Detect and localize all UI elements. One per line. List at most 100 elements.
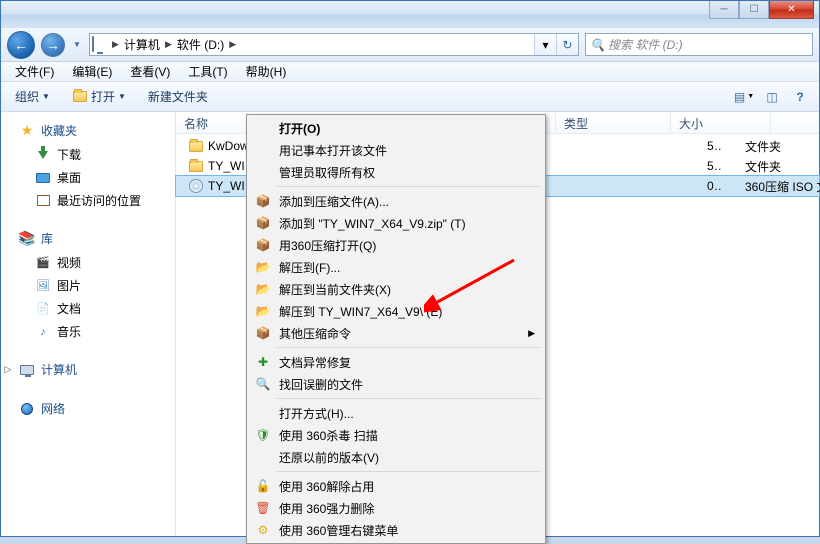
cm-manage-menu-360[interactable]: ⚙使用 360管理右键菜单 [249, 519, 543, 541]
menu-file[interactable]: 文件(F) [7, 61, 62, 82]
extract-icon: 📂 [254, 302, 272, 320]
refresh-icon: ↻ [562, 38, 572, 52]
picture-icon: 🖼 [35, 278, 51, 294]
toolbar: 组织 ▼ 打开 ▼ 新建文件夹 ▤▼ ◫ ? [1, 82, 819, 112]
find-icon: 🔍 [254, 375, 272, 393]
new-folder-button[interactable]: 新建文件夹 [144, 86, 212, 107]
submenu-arrow-icon: ▶ [528, 328, 535, 339]
archive-icon: 📦 [254, 192, 272, 210]
cm-add-archive[interactable]: 📦添加到压缩文件(A)... [249, 190, 543, 212]
menu-edit[interactable]: 编辑(E) [64, 61, 120, 82]
sidebar-computer[interactable]: ▷计算机 [1, 357, 175, 382]
preview-pane-button[interactable]: ◫ [761, 86, 783, 108]
view-icon: ▤ [734, 90, 745, 104]
refresh-button[interactable]: ↻ [556, 34, 578, 55]
organize-button[interactable]: 组织 ▼ [11, 86, 54, 107]
col-size[interactable]: 大小 [671, 112, 771, 133]
help-button[interactable]: ? [789, 86, 811, 108]
gear-icon: ⚙ [254, 521, 272, 539]
menu-tools[interactable]: 工具(T) [180, 61, 235, 82]
separator [277, 347, 541, 348]
cm-run-as-admin[interactable]: 管理员取得所有权 [249, 161, 543, 183]
window-controls: ─ ☐ ✕ [709, 1, 814, 19]
cm-extract-to[interactable]: 📂解压到(F)... [249, 256, 543, 278]
sidebar-libraries[interactable]: 📚库 [1, 226, 175, 251]
navbar: ← → ▼ ▶ 计算机 ▶ 软件 (D:) ▶ ▾ ↻ 🔍 搜索 软件 (D:) [1, 28, 819, 62]
archive-icon: 📦 [254, 214, 272, 232]
cm-restore-prev[interactable]: 还原以前的版本(V) [249, 446, 543, 468]
computer-icon [19, 362, 35, 378]
sidebar: ★收藏夹 下载 桌面 最近访问的位置 📚库 🎬视频 🖼图片 📄文档 ♪音乐 ▷计… [1, 112, 176, 536]
cm-extract-to-folder[interactable]: 📂解压到 TY_WIN7_X64_V9\ (E) [249, 300, 543, 322]
sidebar-item-recent[interactable]: 最近访问的位置 [1, 189, 175, 212]
sidebar-item-documents[interactable]: 📄文档 [1, 297, 175, 320]
explorer-window: ─ ☐ ✕ ← → ▼ ▶ 计算机 ▶ 软件 (D:) ▶ ▾ ↻ 🔍 搜索 软… [0, 0, 820, 537]
address-dropdown[interactable]: ▾ [534, 34, 556, 55]
context-menu: 打开(O) 用记事本打开该文件 管理员取得所有权 📦添加到压缩文件(A)... … [246, 114, 546, 544]
breadcrumb-computer[interactable]: 计算机 [121, 34, 163, 55]
cm-open-with[interactable]: 打开方式(H)... [249, 402, 543, 424]
cm-find-deleted[interactable]: 🔍找回误删的文件 [249, 373, 543, 395]
extract-icon: 📂 [254, 280, 272, 298]
preview-icon: ◫ [766, 90, 777, 104]
cm-open[interactable]: 打开(O) [249, 117, 543, 139]
desktop-icon [35, 170, 51, 186]
maximize-button[interactable]: ☐ [739, 1, 769, 19]
menu-view[interactable]: 查看(V) [122, 61, 178, 82]
chevron-down-icon: ▼ [747, 93, 754, 100]
chevron-right-icon: ▶ [110, 39, 121, 50]
history-dropdown[interactable]: ▼ [71, 36, 83, 54]
help-icon: ? [796, 90, 803, 104]
titlebar: ─ ☐ ✕ [1, 1, 819, 28]
music-icon: ♪ [35, 324, 51, 340]
separator [277, 471, 541, 472]
arrow-left-icon: ← [14, 37, 28, 53]
cm-open-360zip[interactable]: 📦用360压缩打开(Q) [249, 234, 543, 256]
sidebar-item-pictures[interactable]: 🖼图片 [1, 274, 175, 297]
cm-add-zip[interactable]: 📦添加到 "TY_WIN7_X64_V9.zip" (T) [249, 212, 543, 234]
arrow-right-icon: → [46, 37, 60, 53]
view-options-button[interactable]: ▤▼ [733, 86, 755, 108]
open-button[interactable]: 打开 ▼ [68, 86, 130, 107]
minimize-button[interactable]: ─ [709, 1, 739, 19]
separator [277, 186, 541, 187]
menu-help[interactable]: 帮助(H) [238, 61, 295, 82]
sidebar-item-music[interactable]: ♪音乐 [1, 320, 175, 343]
library-icon: 📚 [19, 231, 35, 247]
cm-extract-here[interactable]: 📂解压到当前文件夹(X) [249, 278, 543, 300]
separator [277, 398, 541, 399]
document-icon: 📄 [35, 301, 51, 317]
chevron-right-icon: ▶ [163, 39, 174, 50]
cm-open-notepad[interactable]: 用记事本打开该文件 [249, 139, 543, 161]
chevron-right-icon: ▷ [3, 364, 13, 375]
close-button[interactable]: ✕ [769, 1, 814, 19]
search-input[interactable]: 🔍 搜索 软件 (D:) [585, 33, 813, 56]
iso-icon [188, 178, 204, 194]
address-bar[interactable]: ▶ 计算机 ▶ 软件 (D:) ▶ ▾ ↻ [89, 33, 579, 56]
cm-doc-repair[interactable]: ✚文档异常修复 [249, 351, 543, 373]
col-type[interactable]: 类型 [556, 112, 671, 133]
breadcrumb-drive[interactable]: 软件 (D:) [174, 34, 227, 55]
search-icon: 🔍 [590, 38, 605, 52]
cm-force-del-360[interactable]: 🗑使用 360强力删除 [249, 497, 543, 519]
chevron-right-icon: ▶ [227, 39, 238, 50]
sidebar-item-downloads[interactable]: 下载 [1, 143, 175, 166]
cm-unlock-360[interactable]: 🔓使用 360解除占用 [249, 475, 543, 497]
extract-icon: 📂 [254, 258, 272, 276]
folder-icon [188, 138, 204, 154]
open-icon [72, 89, 88, 105]
archive-icon: 📦 [254, 324, 272, 342]
back-button[interactable]: ← [7, 31, 35, 59]
menubar: 文件(F) 编辑(E) 查看(V) 工具(T) 帮助(H) [1, 62, 819, 82]
sidebar-item-videos[interactable]: 🎬视频 [1, 251, 175, 274]
toolbar-right: ▤▼ ◫ ? [733, 86, 811, 108]
cm-other-zip[interactable]: 📦其他压缩命令▶ [249, 322, 543, 344]
sidebar-network[interactable]: 网络 [1, 396, 175, 421]
cm-scan-360[interactable]: 🛡使用 360杀毒 扫描 [249, 424, 543, 446]
forward-button[interactable]: → [41, 33, 65, 57]
recent-icon [35, 193, 51, 209]
sidebar-item-desktop[interactable]: 桌面 [1, 166, 175, 189]
sidebar-favorites[interactable]: ★收藏夹 [1, 118, 175, 143]
unlock-icon: 🔓 [254, 477, 272, 495]
folder-icon [188, 158, 204, 174]
